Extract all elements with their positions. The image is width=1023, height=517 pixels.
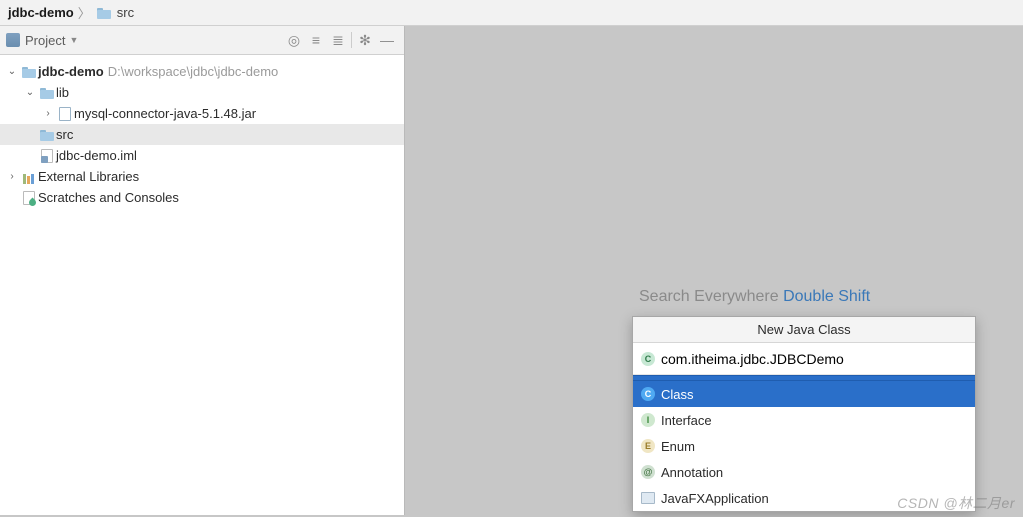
project-view-icon	[6, 33, 20, 47]
gear-icon[interactable]: ✻	[354, 32, 376, 49]
iml-file-icon	[38, 149, 56, 163]
tree-node-root[interactable]: ⌄ jdbc-demo D:\workspace\jdbc\jdbc-demo	[0, 61, 404, 82]
separator	[351, 32, 352, 48]
source-folder-icon	[38, 129, 56, 141]
chevron-down-icon[interactable]: ▼	[69, 35, 78, 45]
javafx-icon	[641, 492, 655, 504]
tree-node-jar[interactable]: › mysql-connector-java-5.1.48.jar	[0, 103, 404, 124]
tree-label: External Libraries	[38, 169, 139, 184]
tree-path: D:\workspace\jdbc\jdbc-demo	[108, 64, 279, 79]
chevron-right-icon[interactable]: ›	[40, 108, 56, 119]
locate-icon[interactable]: ◎	[283, 32, 305, 49]
option-label: Annotation	[661, 465, 723, 480]
option-class[interactable]: C Class	[633, 381, 975, 407]
tree-label: Scratches and Consoles	[38, 190, 179, 205]
tree-label: jdbc-demo.iml	[56, 148, 137, 163]
class-name-input-row[interactable]: C	[633, 343, 975, 375]
file-icon	[56, 107, 74, 121]
chevron-right-icon[interactable]: ›	[4, 171, 20, 182]
scratch-icon	[20, 191, 38, 205]
annotation-icon: @	[641, 465, 655, 479]
collapse-all-icon[interactable]: ≣	[327, 32, 349, 49]
tree-node-lib[interactable]: ⌄ lib	[0, 82, 404, 103]
project-tree[interactable]: ⌄ jdbc-demo D:\workspace\jdbc\jdbc-demo …	[0, 55, 404, 208]
option-enum[interactable]: E Enum	[633, 433, 975, 459]
enum-icon: E	[641, 439, 655, 453]
option-javafx[interactable]: JavaFXApplication	[633, 485, 975, 511]
class-icon: C	[641, 387, 655, 401]
tree-label: mysql-connector-java-5.1.48.jar	[74, 106, 256, 121]
folder-icon	[95, 7, 113, 19]
hide-icon[interactable]: —	[376, 32, 398, 48]
search-everywhere-hint: Search Everywhere Double Shift	[639, 288, 870, 306]
folder-icon	[38, 87, 56, 99]
popup-title: New Java Class	[633, 317, 975, 343]
project-panel-header: Project ▼ ◎ ≡ ≣ ✻ —	[0, 26, 404, 55]
new-java-class-popup[interactable]: New Java Class C C Class I Interface E E…	[632, 316, 976, 512]
class-name-input[interactable]	[661, 351, 967, 367]
tree-node-src[interactable]: › src	[0, 124, 404, 145]
class-icon: C	[641, 352, 655, 366]
module-icon	[20, 66, 38, 78]
breadcrumb: jdbc-demo 〉 src	[0, 0, 1023, 26]
tree-label: src	[56, 127, 73, 142]
breadcrumb-src[interactable]: src	[117, 5, 134, 20]
option-label: JavaFXApplication	[661, 491, 769, 506]
tree-node-iml[interactable]: › jdbc-demo.iml	[0, 145, 404, 166]
option-label: Enum	[661, 439, 695, 454]
library-icon	[20, 172, 38, 182]
project-view-label[interactable]: Project	[25, 33, 65, 48]
option-label: Class	[661, 387, 694, 402]
option-interface[interactable]: I Interface	[633, 407, 975, 433]
hint-text: Search Everywhere	[639, 288, 783, 305]
project-tool-window: Project ▼ ◎ ≡ ≣ ✻ — ⌄ jdbc-demo D:\works…	[0, 26, 405, 515]
expand-all-icon[interactable]: ≡	[305, 32, 327, 48]
tree-node-scratches[interactable]: › Scratches and Consoles	[0, 187, 404, 208]
chevron-down-icon[interactable]: ⌄	[4, 66, 20, 77]
chevron-down-icon[interactable]: ⌄	[22, 87, 38, 98]
option-label: Interface	[661, 413, 712, 428]
tree-label: jdbc-demo	[38, 64, 104, 79]
tree-label: lib	[56, 85, 69, 100]
interface-icon: I	[641, 413, 655, 427]
option-annotation[interactable]: @ Annotation	[633, 459, 975, 485]
hint-shortcut: Double Shift	[783, 288, 870, 305]
breadcrumb-root[interactable]: jdbc-demo	[8, 5, 74, 20]
tree-node-external-libraries[interactable]: › External Libraries	[0, 166, 404, 187]
chevron-right-icon: 〉	[78, 3, 91, 22]
